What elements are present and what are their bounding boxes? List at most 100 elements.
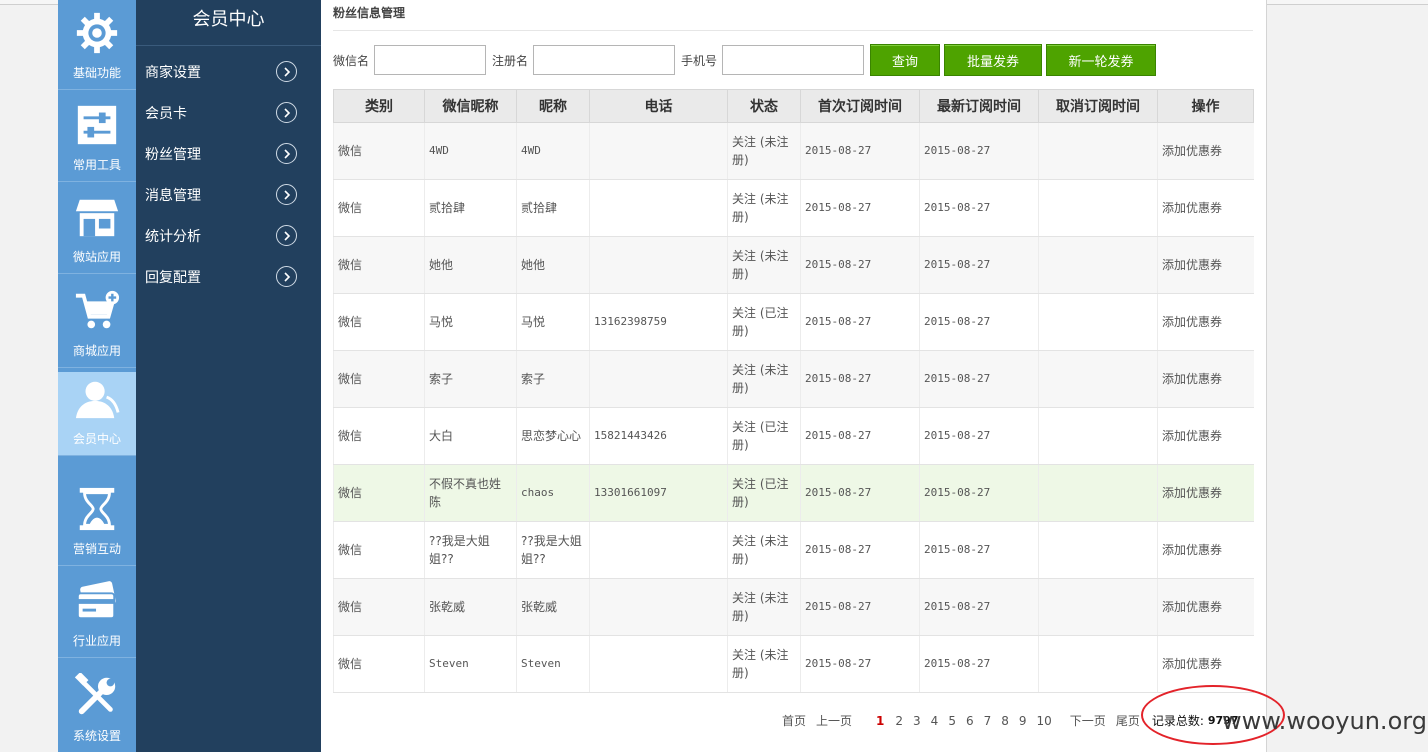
nav-item-tools[interactable]: 常用工具 — [58, 90, 136, 182]
query-button[interactable]: 查询 — [870, 44, 941, 76]
table-cell: 索子 — [516, 350, 590, 408]
pager-page-link[interactable]: 4 — [931, 714, 939, 728]
nav-label: 营销互动 — [72, 542, 121, 556]
table-cell: 2015-08-27 — [800, 635, 920, 693]
column-header: 操作 — [1157, 89, 1254, 123]
table-cell: 13162398759 — [589, 293, 728, 351]
pager-page-link[interactable]: 2 — [895, 714, 903, 728]
table-row: 微信 4WD 4WD 关注 (未注册) 2015-08-27 2015-08-27 添加优惠… — [333, 122, 1254, 180]
table-cell: 4WD — [424, 122, 517, 180]
table-cell: 索子 — [424, 350, 517, 408]
table-cell: 张乾威 — [424, 578, 517, 636]
table-cell: 微信 — [333, 464, 425, 522]
table-cell: 2015-08-27 — [919, 122, 1039, 180]
title-divider — [333, 30, 1253, 31]
table-cell: 关注 (未注册) — [727, 350, 801, 408]
icon-nav: 基础功能 常用工具 微站应用 商城应用 会员中心 营销互动 行业应用 系统设置 — [58, 0, 136, 752]
add-coupon-link[interactable]: 添加优惠券 — [1157, 122, 1254, 180]
fans-table: 类别 微信昵称 昵称 电话 状态 首次订阅时间 最新订阅时间 取消订阅时间 操作 微信 4WD 4W… — [333, 89, 1254, 693]
column-header: 微信昵称 — [424, 89, 517, 123]
cards-icon — [76, 581, 116, 620]
nav-item-basic[interactable]: 基础功能 — [58, 0, 136, 90]
pager-page-link[interactable]: 9 — [1019, 714, 1027, 728]
table-cell — [589, 122, 728, 180]
add-coupon-link[interactable]: 添加优惠券 — [1157, 464, 1254, 522]
gear-icon — [76, 12, 118, 54]
pager-page-link[interactable]: 10 — [1037, 714, 1052, 728]
pager-first-link[interactable]: 首页 — [782, 712, 806, 729]
table-cell: 大白 — [424, 407, 517, 465]
submenu-item-label: 会员卡 — [145, 105, 187, 122]
table-cell — [589, 350, 728, 408]
add-coupon-link[interactable]: 添加优惠券 — [1157, 350, 1254, 408]
add-coupon-link[interactable]: 添加优惠券 — [1157, 635, 1254, 693]
table-cell: 2015-08-27 — [800, 236, 920, 294]
add-coupon-link[interactable]: 添加优惠券 — [1157, 578, 1254, 636]
add-coupon-link[interactable]: 添加优惠券 — [1157, 236, 1254, 294]
table-header-row: 类别 微信昵称 昵称 电话 状态 首次订阅时间 最新订阅时间 取消订阅时间 操作 — [333, 89, 1254, 123]
table-row: 微信 大白 思恋梦心心 15821443426 关注 (已注册) 2015-08-27 20… — [333, 407, 1254, 465]
table-cell — [589, 578, 728, 636]
table-cell — [1038, 578, 1158, 636]
register-name-input[interactable] — [533, 45, 676, 75]
submenu-item-label: 回复配置 — [145, 269, 201, 286]
table-cell: 微信 — [333, 635, 425, 693]
pager-page-link[interactable]: 6 — [966, 714, 974, 728]
table-cell — [589, 635, 728, 693]
submenu-item-label: 统计分析 — [145, 228, 201, 245]
search-bar: 微信名 注册名 手机号 查询 批量发券 新一轮发券 — [333, 44, 1160, 76]
table-cell: ??我是大姐姐?? — [516, 521, 590, 579]
chevron-right-icon — [276, 266, 297, 287]
table-cell: Steven — [516, 635, 590, 693]
wechat-name-input[interactable] — [374, 45, 487, 75]
add-coupon-link[interactable]: 添加优惠券 — [1157, 407, 1254, 465]
table-cell — [1038, 179, 1158, 237]
submenu-item-member-card[interactable]: 会员卡 — [136, 92, 321, 133]
watermark-text: www.wooyun.org — [1222, 707, 1427, 735]
table-cell: 2015-08-27 — [919, 407, 1039, 465]
phone-input[interactable] — [722, 45, 865, 75]
batch-coupon-button[interactable]: 批量发券 — [944, 44, 1043, 76]
add-coupon-link[interactable]: 添加优惠券 — [1157, 521, 1254, 579]
pager-page-link[interactable]: 3 — [913, 714, 921, 728]
pager-pages: 2 3 4 5 6 7 8 9 10 — [895, 714, 1061, 728]
pager-page-link[interactable]: 7 — [984, 714, 992, 728]
submenu-item-fans[interactable]: 粉丝管理 — [136, 133, 321, 174]
nav-item-industry[interactable]: 行业应用 — [58, 566, 136, 658]
nav-item-marketing[interactable]: 营销互动 — [58, 466, 136, 566]
toggle-tools-icon — [77, 105, 117, 145]
nav-item-member-center[interactable]: 会员中心 — [58, 372, 136, 456]
table-cell: 贰拾肆 — [516, 179, 590, 237]
submenu-item-statistics[interactable]: 统计分析 — [136, 215, 321, 256]
table-cell: 她他 — [424, 236, 517, 294]
table-cell: 关注 (未注册) — [727, 236, 801, 294]
column-header: 昵称 — [516, 89, 590, 123]
table-cell: 不假不真也姓陈 — [424, 464, 517, 522]
pager-next-link[interactable]: 下一页 — [1070, 712, 1106, 729]
add-coupon-link[interactable]: 添加优惠券 — [1157, 179, 1254, 237]
table-cell — [589, 521, 728, 579]
nav-item-system[interactable]: 系统设置 — [58, 658, 136, 752]
submenu-item-merchant-settings[interactable]: 商家设置 — [136, 51, 321, 92]
submenu-item-messages[interactable]: 消息管理 — [136, 174, 321, 215]
table-cell: 2015-08-27 — [919, 521, 1039, 579]
table-cell: 微信 — [333, 350, 425, 408]
pager-page-link[interactable]: 8 — [1001, 714, 1009, 728]
column-header: 取消订阅时间 — [1038, 89, 1158, 123]
nav-item-microsite[interactable]: 微站应用 — [58, 182, 136, 274]
pager-prev-link[interactable]: 上一页 — [816, 712, 852, 729]
new-round-coupon-button[interactable]: 新一轮发券 — [1046, 44, 1157, 76]
table-cell: 2015-08-27 — [919, 179, 1039, 237]
pager-page-link[interactable]: 5 — [948, 714, 956, 728]
column-header: 类别 — [333, 89, 425, 123]
table-cell: 关注 (已注册) — [727, 293, 801, 351]
submenu-item-reply-config[interactable]: 回复配置 — [136, 256, 321, 297]
cart-add-icon — [75, 290, 120, 329]
pager-last-link[interactable]: 尾页 — [1116, 712, 1140, 729]
table-cell: 关注 (未注册) — [727, 521, 801, 579]
nav-item-mall[interactable]: 商城应用 — [58, 274, 136, 368]
add-coupon-link[interactable]: 添加优惠券 — [1157, 293, 1254, 351]
table-cell: 贰拾肆 — [424, 179, 517, 237]
table-row: 微信 马悦 马悦 13162398759 关注 (已注册) 2015-08-27 2015-… — [333, 293, 1254, 351]
wechat-name-label: 微信名 — [333, 53, 370, 68]
